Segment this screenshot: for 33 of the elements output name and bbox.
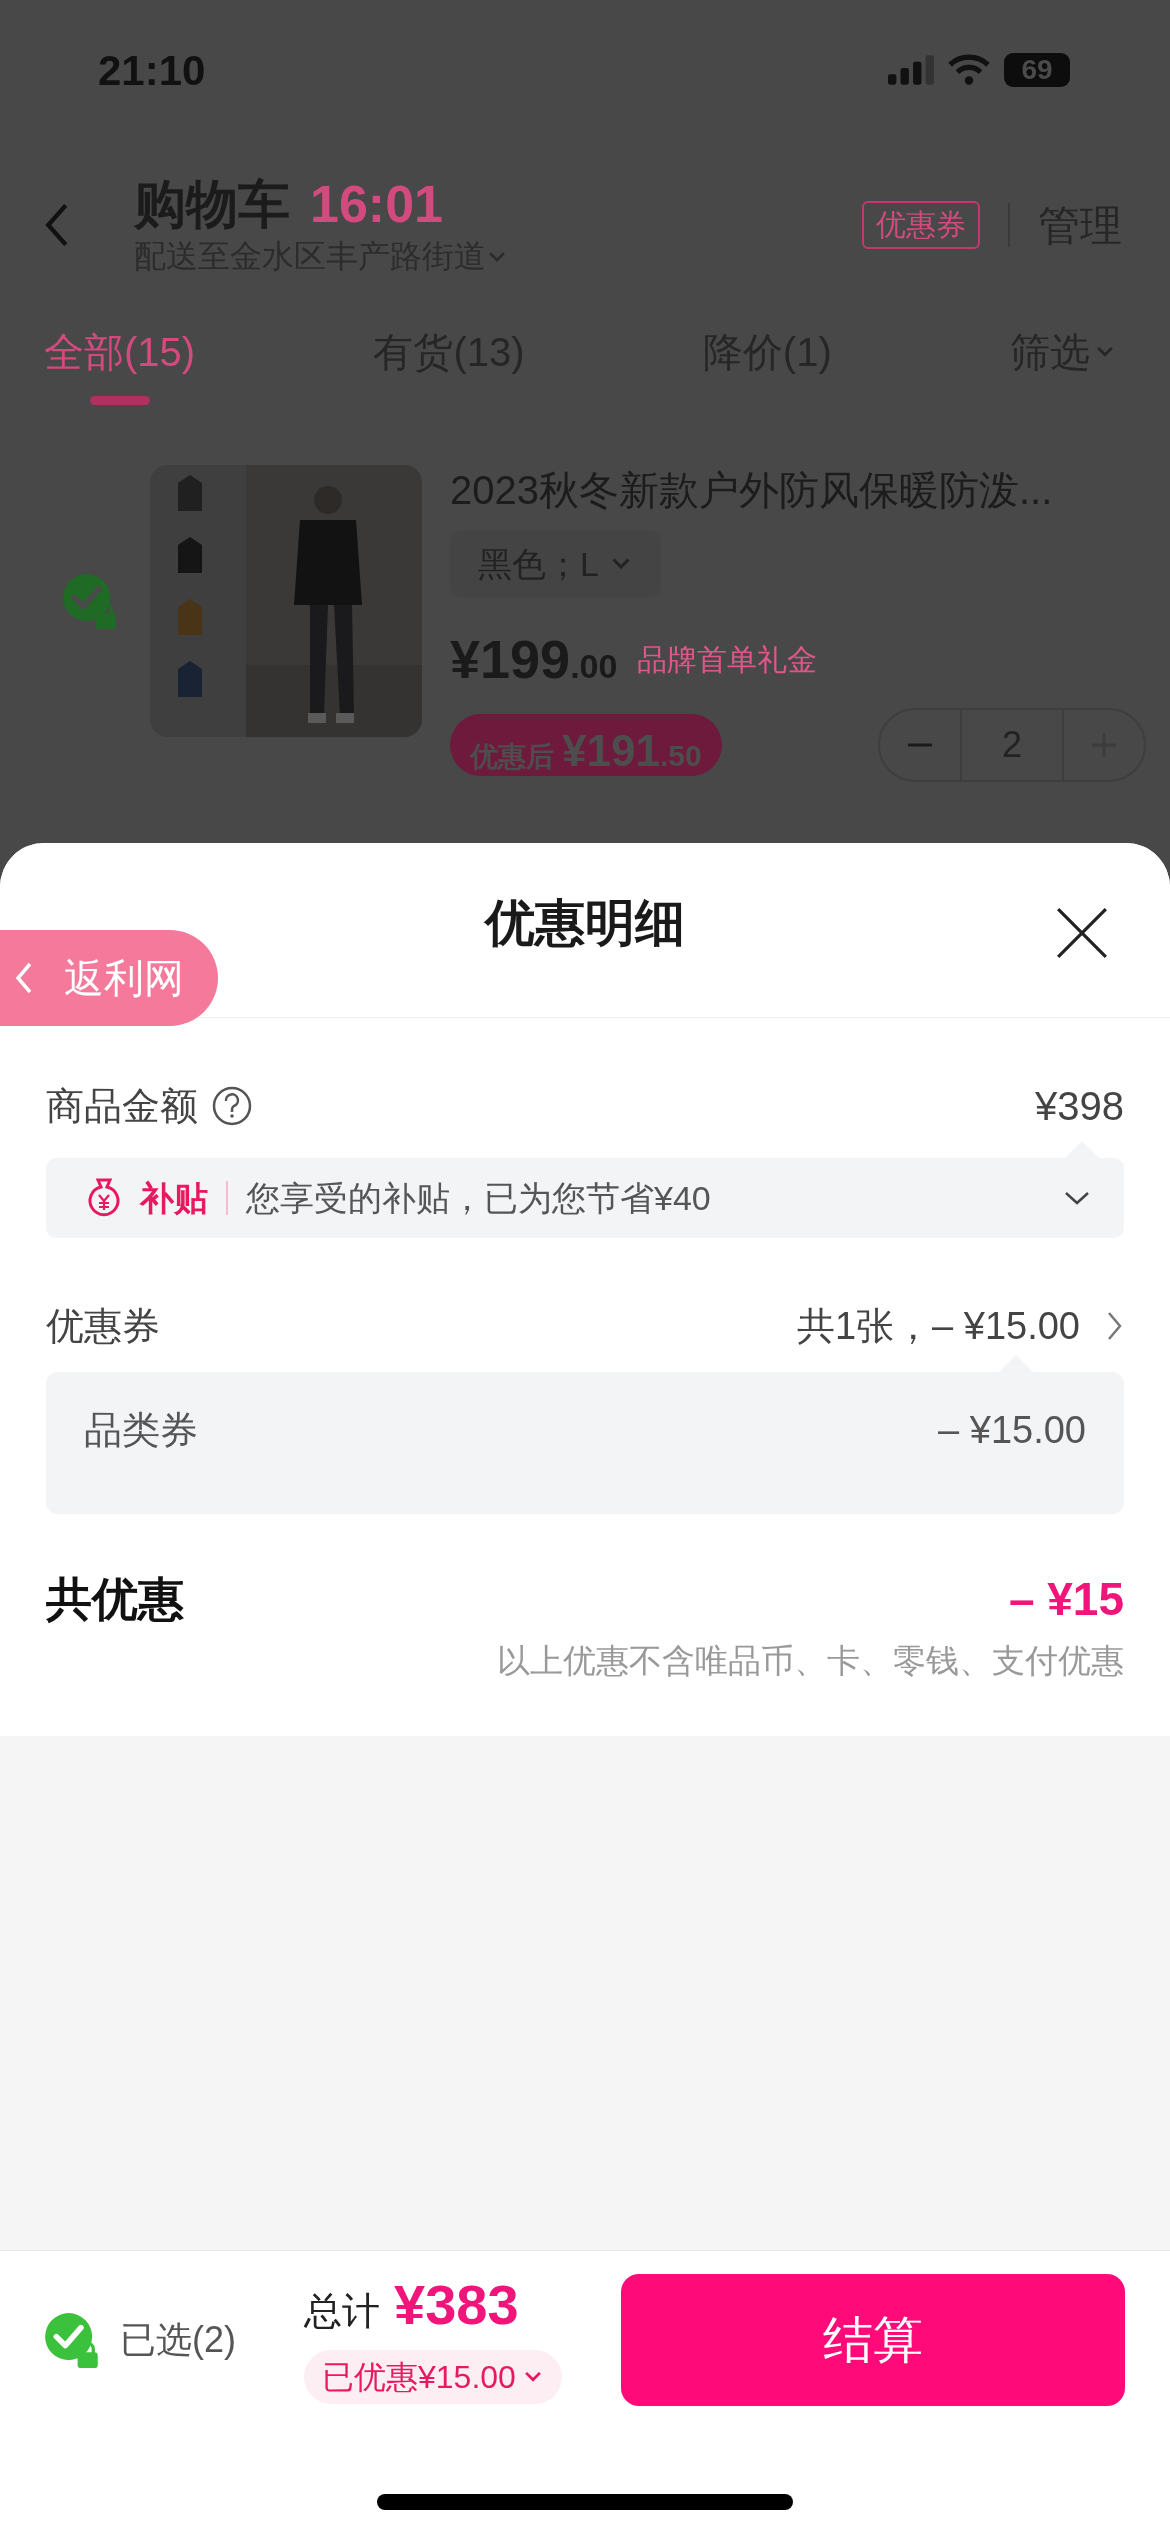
discount-detail-button[interactable]: 已优惠¥15.00 xyxy=(304,2349,562,2404)
wifi-icon xyxy=(948,54,990,86)
total-price: ¥383 xyxy=(394,2276,519,2333)
filter-tab[interactable]: 全部(15) xyxy=(44,310,196,410)
goods-amount-label: 商品金额 xyxy=(46,1083,198,1129)
signal-icon xyxy=(888,55,934,85)
coupon-button[interactable]: 优惠券 xyxy=(862,201,980,249)
chevron-left-icon[interactable] xyxy=(14,961,34,995)
selected-count: 已选(2) xyxy=(120,2318,237,2362)
coupon-label: 优惠券 xyxy=(46,1303,160,1349)
sheet-title: 优惠明细 xyxy=(485,893,685,953)
total-label: 总计 xyxy=(304,2288,380,2334)
goods-amount-value: ¥398 xyxy=(1035,1083,1124,1130)
coupon-summary[interactable]: 共1张，– ¥15.00 xyxy=(796,1297,1080,1355)
coupon-amount: – ¥15.00 xyxy=(938,1407,1086,1453)
coupon-name: 品类券 xyxy=(84,1407,198,1453)
status-time: 21:10 xyxy=(98,45,206,96)
battery-indicator: 69 xyxy=(1004,53,1070,87)
discount-note: 以上优惠不含唯品币、卡、零钱、支付优惠 xyxy=(497,1641,1124,1681)
item-checkbox[interactable] xyxy=(62,573,118,629)
back-to-app-button[interactable]: 返利网 xyxy=(0,930,218,1026)
close-icon[interactable] xyxy=(1056,907,1108,959)
help-icon[interactable] xyxy=(212,1086,252,1126)
checkout-button[interactable]: 结算 xyxy=(621,2274,1125,2406)
total-discount-label: 共优惠 xyxy=(46,1571,184,1627)
chevron-right-icon[interactable] xyxy=(1106,1310,1124,1342)
subsidy-text: 您享受的补贴，已为您节省¥40 xyxy=(246,1177,712,1219)
subsidy-label: 补贴 xyxy=(140,1177,208,1219)
select-all-checkbox[interactable] xyxy=(44,2312,100,2368)
countdown-timer: 16:01 xyxy=(310,178,443,230)
total-discount-value: – ¥15 xyxy=(1008,1571,1124,1627)
subsidy-banner[interactable]: 补贴 您享受的补贴，已为您节省¥40 xyxy=(46,1158,1124,1238)
promo-tag: 品牌首单礼金 xyxy=(633,637,822,682)
